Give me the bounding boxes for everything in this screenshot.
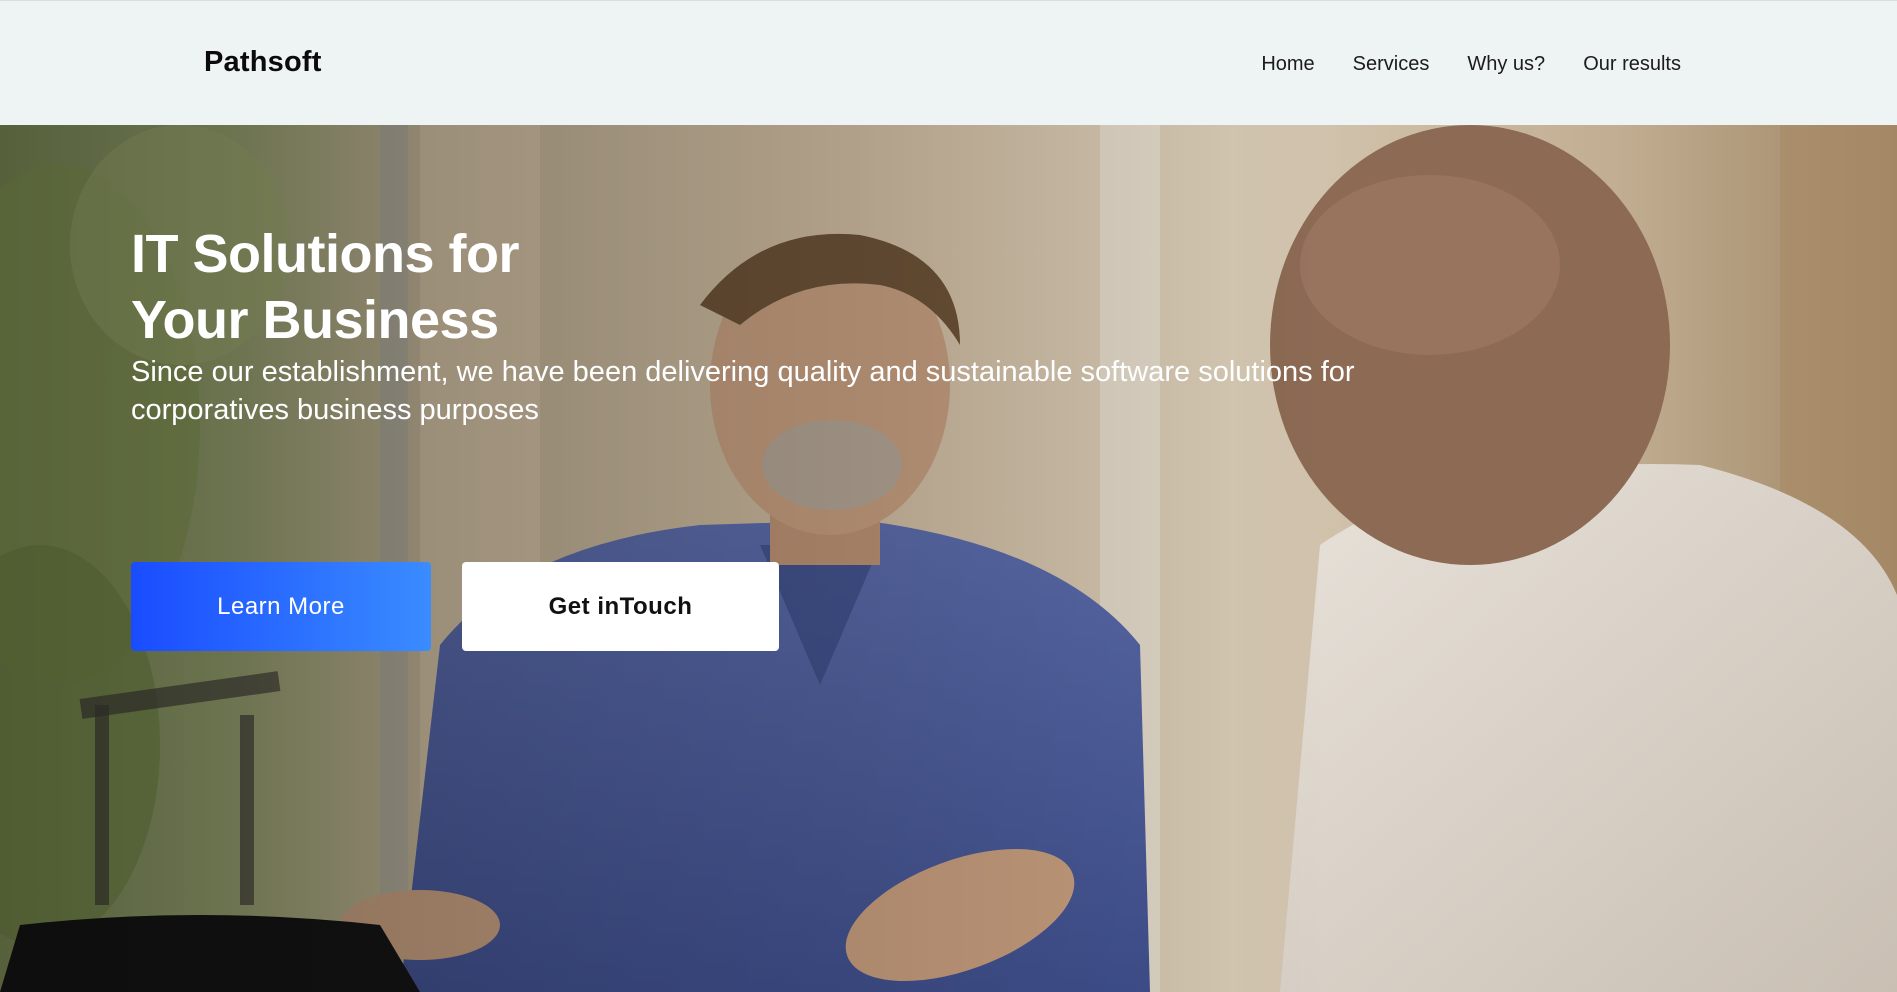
get-in-touch-button[interactable]: Get inTouch (462, 562, 779, 651)
navbar: Pathsoft Home Services Why us? Our resul… (0, 0, 1897, 125)
main-nav: Home Services Why us? Our results (1261, 53, 1681, 76)
nav-our-results-link[interactable]: Our results (1583, 53, 1681, 76)
hero-subtitle: Since our establishment, we have been de… (131, 356, 1355, 426)
nav-why-us-link[interactable]: Why us? (1467, 53, 1545, 76)
learn-more-button[interactable]: Learn More (131, 562, 431, 651)
hero-buttons: Learn More Get inTouch (131, 562, 779, 651)
nav-services-link[interactable]: Services (1353, 53, 1430, 76)
nav-home-link[interactable]: Home (1261, 53, 1314, 76)
hero-section: IT Solutions for Your Business Since our… (0, 125, 1897, 992)
hero-content: IT Solutions for Your Business Since our… (131, 221, 1531, 651)
hero-title: IT Solutions for Your Business (131, 224, 519, 350)
brand-logo[interactable]: Pathsoft (204, 46, 322, 79)
